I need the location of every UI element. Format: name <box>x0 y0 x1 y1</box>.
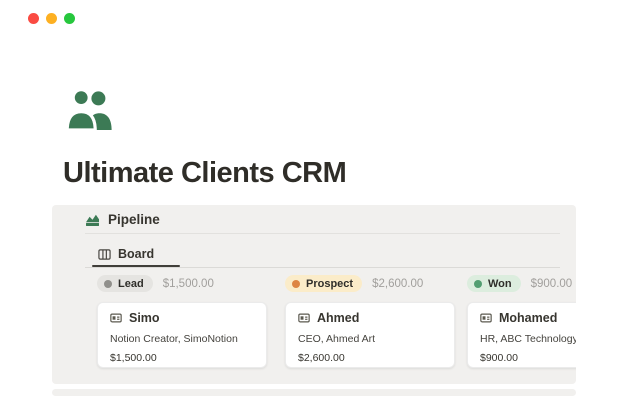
tab-board[interactable]: Board <box>92 245 160 263</box>
card-amount: $2,600.00 <box>298 352 442 364</box>
window-controls <box>28 13 75 24</box>
page-title: Ultimate Clients CRM <box>63 157 346 189</box>
status-pill-prospect[interactable]: Prospect <box>285 275 362 292</box>
pipeline-title: Pipeline <box>108 212 160 227</box>
column-total: $900.00 <box>531 278 573 290</box>
minimize-window-button[interactable] <box>46 13 57 24</box>
status-label: Lead <box>118 278 144 290</box>
contact-card-icon <box>110 312 122 324</box>
zoom-window-button[interactable] <box>64 13 75 24</box>
card-amount: $900.00 <box>480 352 576 364</box>
board-column-prospect: Prospect $2,600.00 <box>285 275 455 368</box>
contact-card-icon <box>298 312 310 324</box>
status-dot <box>292 280 300 288</box>
column-total: $1,500.00 <box>163 278 214 290</box>
crm-card-mohamed[interactable]: Mohamed HR, ABC Technology $900.00 <box>467 302 576 368</box>
crm-card-ahmed[interactable]: Ahmed CEO, Ahmed Art $2,600.00 <box>285 302 455 368</box>
status-label: Won <box>488 278 512 290</box>
board-icon <box>98 248 111 261</box>
close-window-button[interactable] <box>28 13 39 24</box>
card-subtitle: Notion Creator, SimoNotion <box>110 333 254 345</box>
column-header: Prospect $2,600.00 <box>285 275 455 292</box>
card-subtitle: HR, ABC Technology <box>480 333 576 345</box>
chart-icon <box>85 212 100 227</box>
status-pill-won[interactable]: Won <box>467 275 521 292</box>
window: Ultimate Clients CRM Pipeline Board <box>0 0 640 400</box>
card-name: Mohamed <box>499 311 557 325</box>
status-dot <box>104 280 112 288</box>
column-header: Won $900.00 <box>467 275 576 292</box>
tab-bar-divider <box>85 267 560 268</box>
board-column-won: Won $900.00 Mo <box>467 275 576 368</box>
people-icon[interactable] <box>64 88 116 132</box>
pipeline-section: Pipeline Board Lead <box>52 205 576 384</box>
kanban-board: Lead $1,500.00 <box>52 275 576 384</box>
tab-board-label: Board <box>118 247 154 261</box>
crm-card-simo[interactable]: Simo Notion Creator, SimoNotion $1,500.0… <box>97 302 267 368</box>
contact-card-icon <box>480 312 492 324</box>
card-amount: $1,500.00 <box>110 352 254 364</box>
active-tab-underline <box>92 265 180 267</box>
card-subtitle: CEO, Ahmed Art <box>298 333 442 345</box>
board-column-lead: Lead $1,500.00 <box>97 275 267 368</box>
pipeline-header: Pipeline <box>85 212 160 227</box>
next-section-strip <box>52 389 576 396</box>
column-total: $2,600.00 <box>372 278 423 290</box>
card-name: Ahmed <box>317 311 359 325</box>
status-label: Prospect <box>306 278 353 290</box>
header-divider <box>85 233 560 234</box>
status-pill-lead[interactable]: Lead <box>97 275 153 292</box>
status-dot <box>474 280 482 288</box>
card-name: Simo <box>129 311 160 325</box>
column-header: Lead $1,500.00 <box>97 275 267 292</box>
